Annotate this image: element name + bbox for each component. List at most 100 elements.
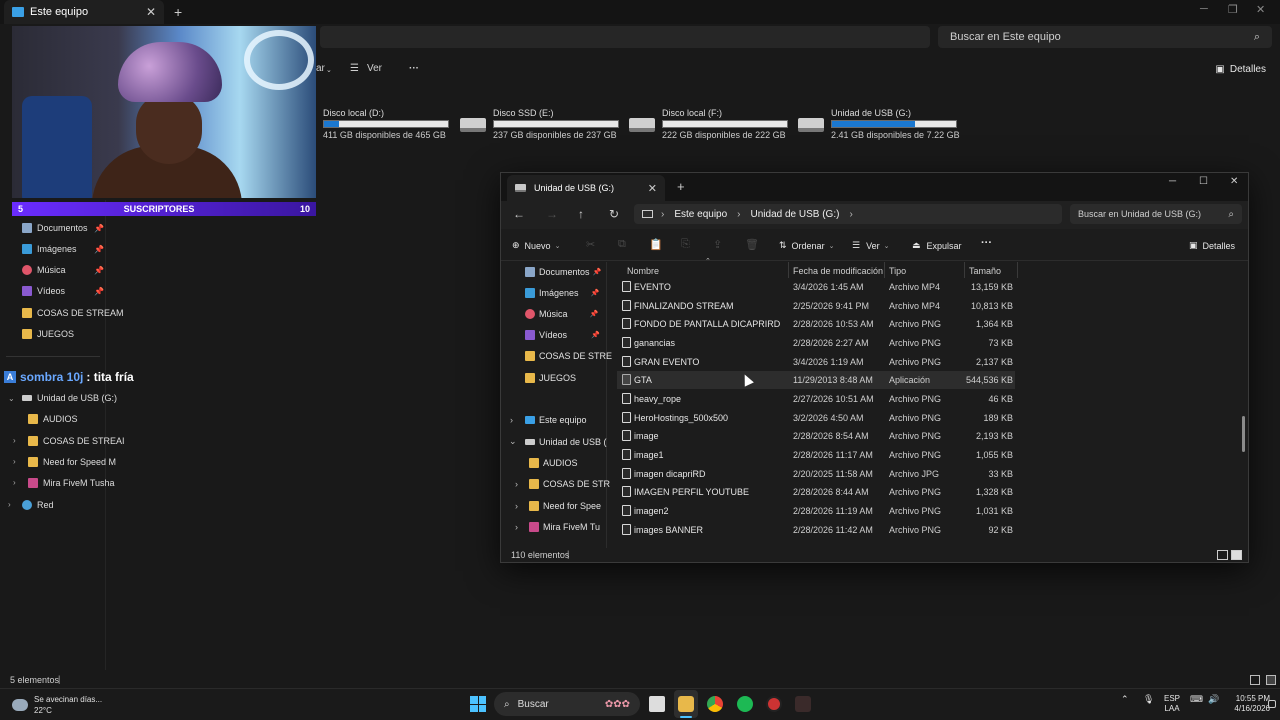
share-icon[interactable]: ⇪: [713, 238, 722, 251]
nav-item-cosas-usb[interactable]: COSAS DE STREAI: [28, 436, 125, 446]
nav-item-imagenes[interactable]: Imágenes 📌: [22, 244, 104, 254]
nav-item-cosas-usb[interactable]: COSAS DE STR: [529, 479, 610, 489]
column-divider[interactable]: [884, 262, 885, 278]
toolbar-partial-label[interactable]: ar: [316, 63, 325, 74]
nav-item-nfs[interactable]: Need for Speed M: [28, 457, 116, 467]
file-row[interactable]: imagen dicapriRD 2/20/2025 11:58 AM Archiv…: [617, 465, 1015, 483]
file-row[interactable]: FONDO DE PANTALLA DICAPRIRD 2/28/2026 10:…: [617, 315, 1015, 333]
close-window-icon[interactable]: ✕: [1230, 176, 1238, 187]
details-button[interactable]: ▣ Detalles: [1189, 240, 1235, 251]
taskbar-search[interactable]: ⌕ Buscar ✿✿✿: [494, 692, 640, 716]
restore-icon[interactable]: ❐: [1228, 3, 1238, 16]
chevron-down-icon[interactable]: ⌄: [8, 394, 15, 403]
nav-item-juegos[interactable]: JUEGOS: [22, 329, 74, 339]
clock[interactable]: 10:55 PM 4/16/2026: [1226, 694, 1270, 714]
tiles-view-icon[interactable]: [1266, 675, 1276, 685]
search-input[interactable]: Buscar en Unidad de USB (G:) ⌕: [1070, 204, 1242, 224]
new-tab-button[interactable]: +: [174, 4, 182, 20]
minimize-icon[interactable]: ─: [1200, 3, 1208, 15]
refresh-icon[interactable]: ↻: [609, 207, 619, 221]
nav-item-documentos[interactable]: Documentos 📌: [22, 223, 104, 233]
paste-icon[interactable]: 📋: [649, 238, 663, 251]
notifications-icon[interactable]: [1268, 700, 1276, 708]
chevron-right-icon[interactable]: ›: [510, 415, 513, 425]
start-button[interactable]: [470, 696, 486, 712]
drive-f[interactable]: Disco local (F:) 222 GB disponibles de 2…: [629, 108, 789, 140]
breadcrumb-este-equipo[interactable]: Este equipo: [674, 209, 727, 220]
nav-item-audios[interactable]: AUDIOS: [529, 458, 578, 468]
file-row[interactable]: GRAN EVENTO 3/4/2026 1:19 AM Archivo PNG 2,…: [617, 353, 1015, 371]
nav-pane-splitter[interactable]: [605, 262, 607, 548]
minimize-icon[interactable]: ─: [1169, 176, 1176, 187]
nav-item-usb[interactable]: Unidad de USB (G:): [22, 393, 117, 403]
file-row[interactable]: GTA 11/29/2013 8:48 AM Aplicación 544,536 K…: [617, 371, 1015, 389]
chevron-right-icon[interactable]: ›: [515, 479, 518, 489]
nav-item-videos[interactable]: Vídeos 📌: [525, 330, 600, 340]
game-icon[interactable]: [795, 696, 811, 712]
network-icon[interactable]: ⌨: [1190, 694, 1203, 705]
column-header-date[interactable]: Fecha de modificación: [793, 266, 883, 276]
sort-button[interactable]: ⇅ Ordenar ⌄: [779, 240, 834, 251]
show-hidden-icons[interactable]: ⌃: [1121, 694, 1129, 705]
nav-item-usb[interactable]: Unidad de USB (: [525, 437, 607, 447]
address-bar[interactable]: › Este equipo › Unidad de USB (G:) ›: [634, 204, 1062, 224]
nav-item-cosas-de-stream[interactable]: COSAS DE STRE: [525, 351, 612, 361]
up-arrow-icon[interactable]: ↑: [578, 207, 584, 221]
scrollbar-thumb[interactable]: [1242, 416, 1245, 452]
drive-e[interactable]: Disco SSD (E:) 237 GB disponibles de 237…: [460, 108, 620, 140]
nav-item-fivem[interactable]: Mira FiveM Tu: [529, 522, 600, 532]
column-divider[interactable]: [1017, 262, 1018, 278]
file-row[interactable]: imagen2 2/28/2026 11:19 AM Archivo PNG 1,03…: [617, 502, 1015, 520]
delete-icon[interactable]: 🗑: [745, 238, 759, 251]
weather-widget[interactable]: Se avecinan días... 22°C: [12, 694, 102, 716]
forward-arrow-icon[interactable]: →: [546, 207, 558, 221]
nav-item-musica[interactable]: Música 📌: [525, 309, 598, 319]
back-window-address-bar[interactable]: [320, 26, 930, 48]
chevron-right-icon[interactable]: ›: [515, 522, 518, 532]
view-button[interactable]: ☰ Ver ⌄: [852, 240, 889, 251]
toolbar-view-button[interactable]: Ver: [367, 63, 382, 74]
file-row[interactable]: ganancias 2/28/2026 2:27 AM Archivo PNG 73 …: [617, 334, 1015, 352]
file-explorer-icon[interactable]: [678, 696, 694, 712]
eject-button[interactable]: ⏏ Expulsar: [912, 240, 962, 251]
file-row[interactable]: HeroHostings_500x500 3/2/2026 4:50 AM Arch…: [617, 409, 1015, 427]
more-options-icon[interactable]: ···: [409, 63, 419, 74]
nav-item-este-equipo[interactable]: Este equipo: [525, 415, 587, 425]
chevron-right-icon[interactable]: ›: [8, 500, 11, 509]
maximize-icon[interactable]: ☐: [1199, 176, 1208, 187]
nav-item-red[interactable]: Red: [22, 500, 54, 510]
nav-item-videos[interactable]: Vídeos 📌: [22, 286, 104, 296]
file-row[interactable]: image 2/28/2026 8:54 AM Archivo PNG 2,193 K…: [617, 427, 1015, 445]
nav-item-cosas-de-stream[interactable]: COSAS DE STREAM: [22, 308, 124, 318]
file-row[interactable]: image1 2/28/2026 11:17 AM Archivo PNG 1,055…: [617, 446, 1015, 464]
app-icon[interactable]: [766, 696, 782, 712]
close-icon[interactable]: ✕: [146, 5, 156, 19]
back-window-search-box[interactable]: Buscar en Este equipo ⌕: [938, 26, 1272, 48]
new-tab-button[interactable]: +: [677, 179, 685, 194]
copy-icon[interactable]: ⧉: [618, 238, 626, 251]
nav-item-imagenes[interactable]: Imágenes 📌: [525, 288, 599, 298]
nav-item-nfs[interactable]: Need for Spee: [529, 501, 601, 511]
rename-icon[interactable]: ⎘: [681, 238, 690, 251]
microphone-icon[interactable]: 🎙: [1143, 694, 1154, 705]
nav-item-audios[interactable]: AUDIOS: [28, 414, 78, 424]
tiles-view-icon[interactable]: [1231, 550, 1242, 560]
file-row[interactable]: images BANNER 2/28/2026 11:42 AM Archivo P…: [617, 521, 1015, 539]
chevron-right-icon[interactable]: ›: [515, 501, 518, 511]
file-row[interactable]: EVENTO 3/4/2026 1:45 AM Archivo MP4 13,159 …: [617, 278, 1015, 296]
file-row[interactable]: FINALIZANDO STREAM 2/25/2026 9:41 PM Archi…: [617, 297, 1015, 315]
chevron-right-icon[interactable]: ›: [13, 436, 16, 445]
nav-item-documentos[interactable]: Documentos 📌: [525, 267, 601, 277]
column-header-size[interactable]: Tamaño: [969, 266, 1001, 276]
breadcrumb-usb[interactable]: Unidad de USB (G:): [751, 209, 840, 220]
chevron-down-icon[interactable]: ⌄: [509, 436, 517, 447]
file-row[interactable]: IMAGEN PERFIL YOUTUBE 2/28/2026 8:44 AM Ar…: [617, 483, 1015, 501]
chevron-right-icon[interactable]: ›: [13, 457, 16, 466]
chrome-icon[interactable]: [707, 696, 723, 712]
details-view-icon[interactable]: [1250, 675, 1260, 685]
column-header-type[interactable]: Tipo: [889, 266, 906, 276]
volume-icon[interactable]: 🔊: [1208, 694, 1219, 705]
column-divider[interactable]: [788, 262, 789, 278]
nav-item-juegos[interactable]: JUEGOS: [525, 373, 576, 383]
spotify-icon[interactable]: [737, 696, 753, 712]
